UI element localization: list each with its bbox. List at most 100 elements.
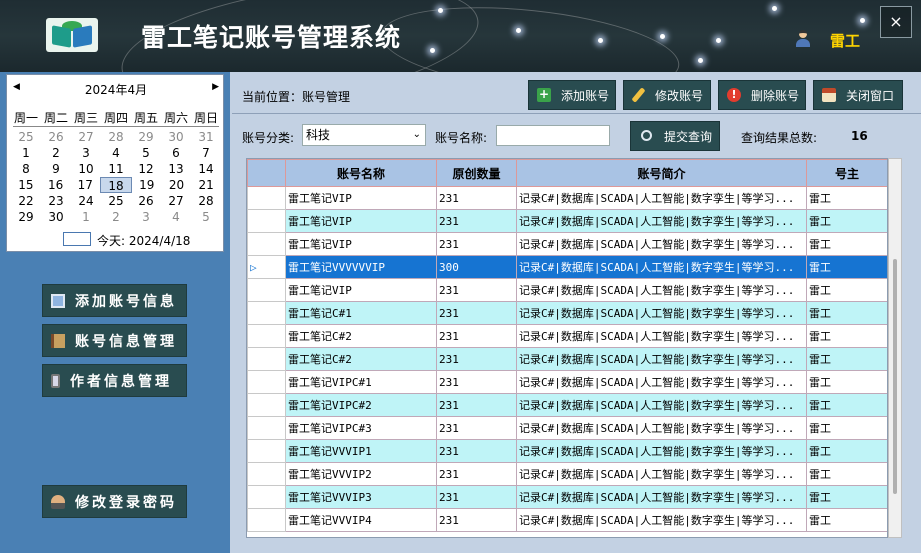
table-cell[interactable]: 雷工笔记VVVIP3	[285, 485, 437, 509]
table-cell[interactable]: 300	[436, 255, 517, 279]
calendar-day[interactable]: 11	[101, 161, 131, 177]
calendar-day[interactable]: 30	[161, 129, 191, 145]
table-cell[interactable]: 记录C#|数据库|SCADA|人工智能|数字孪生|等学习...	[516, 255, 807, 279]
table-row[interactable]: 雷工笔记VIPC#1 231 记录C#|数据库|SCADA|人工智能|数字孪生|等学…	[247, 370, 887, 394]
table-cell[interactable]: 雷工	[806, 324, 887, 348]
table-row[interactable]: 雷工笔记VVVIP1 231 记录C#|数据库|SCADA|人工智能|数字孪生|等学…	[247, 439, 887, 463]
calendar-day[interactable]: 3	[131, 209, 161, 225]
table-row[interactable]: 雷工笔记VIPC#2 231 记录C#|数据库|SCADA|人工智能|数字孪生|等学…	[247, 393, 887, 417]
table-cell[interactable]: 231	[436, 232, 517, 256]
nav-add-account-info-button[interactable]: 添加账号信息	[42, 284, 187, 317]
calendar-day[interactable]: 29	[131, 129, 161, 145]
row-header-cell[interactable]: ▷	[247, 255, 286, 279]
column-header[interactable]: 账号名称	[285, 159, 437, 187]
table-cell[interactable]: 雷工	[806, 347, 887, 371]
table-cell[interactable]: 雷工笔记VIPC#3	[285, 416, 437, 440]
row-header-cell[interactable]	[247, 416, 286, 440]
table-cell[interactable]: 雷工笔记VIPC#2	[285, 393, 437, 417]
calendar-day[interactable]: 20	[162, 177, 192, 193]
calendar-day[interactable]: 10	[71, 161, 101, 177]
calendar-day[interactable]: 22	[11, 193, 41, 209]
table-cell[interactable]: 雷工笔记C#2	[285, 347, 437, 371]
row-header-cell[interactable]	[247, 186, 286, 210]
calendar-day[interactable]: 12	[131, 161, 161, 177]
table-cell[interactable]: 记录C#|数据库|SCADA|人工智能|数字孪生|等学习...	[516, 347, 807, 371]
table-row[interactable]: 雷工笔记VIP 231 记录C#|数据库|SCADA|人工智能|数字孪生|等学习..…	[247, 186, 887, 210]
table-cell[interactable]: 雷工	[806, 508, 887, 532]
row-header-cell[interactable]	[247, 508, 286, 532]
table-cell[interactable]: 231	[436, 347, 517, 371]
nav-change-password-button[interactable]: 修改登录密码	[42, 485, 187, 518]
column-header[interactable]: 账号简介	[516, 159, 807, 187]
table-cell[interactable]: 记录C#|数据库|SCADA|人工智能|数字孪生|等学习...	[516, 186, 807, 210]
table-cell[interactable]: 雷工笔记VVVVVVIP	[285, 255, 437, 279]
table-cell[interactable]: 雷工笔记VIP	[285, 186, 437, 210]
table-cell[interactable]: 231	[436, 186, 517, 210]
calendar-day[interactable]: 1	[11, 145, 41, 161]
table-cell[interactable]: 记录C#|数据库|SCADA|人工智能|数字孪生|等学习...	[516, 508, 807, 532]
calendar-day[interactable]: 25	[11, 129, 41, 145]
calendar-day[interactable]: 28	[101, 129, 131, 145]
table-cell[interactable]: 雷工笔记VIP	[285, 232, 437, 256]
calendar-day[interactable]: 15	[11, 177, 41, 193]
table-cell[interactable]: 雷工	[806, 462, 887, 486]
delete-account-button[interactable]: ! 删除账号	[718, 80, 806, 110]
edit-account-button[interactable]: 修改账号	[623, 80, 711, 110]
table-cell[interactable]: 231	[436, 462, 517, 486]
calendar-today-label[interactable]: 今天: 2024/4/18	[97, 232, 190, 249]
table-cell[interactable]: 231	[436, 416, 517, 440]
row-header-cell[interactable]	[247, 485, 286, 509]
month-calendar[interactable]: ◀ 2024年4月 ▶ 周一 周二 周三 周四 周五 周六 周日 25 26 27 28 29 30 3…	[6, 74, 224, 252]
calendar-next-month-icon[interactable]: ▶	[212, 82, 219, 92]
table-cell[interactable]: 231	[436, 370, 517, 394]
table-row[interactable]: 雷工笔记VVVIP3 231 记录C#|数据库|SCADA|人工智能|数字孪生|等学…	[247, 485, 887, 509]
row-header-cell[interactable]	[247, 301, 286, 325]
row-header-cell[interactable]	[247, 439, 286, 463]
table-row[interactable]: 雷工笔记C#1 231 记录C#|数据库|SCADA|人工智能|数字孪生|等学习..…	[247, 301, 887, 325]
table-cell[interactable]: 雷工笔记C#2	[285, 324, 437, 348]
table-cell[interactable]: 231	[436, 209, 517, 233]
row-header-cell[interactable]	[247, 393, 286, 417]
table-cell[interactable]: 雷工	[806, 278, 887, 302]
table-cell[interactable]: 231	[436, 508, 517, 532]
calendar-day[interactable]: 26	[41, 129, 71, 145]
row-header-cell[interactable]	[247, 232, 286, 256]
submit-query-button[interactable]: 提交查询	[630, 121, 720, 151]
table-row[interactable]: 雷工笔记C#2 231 记录C#|数据库|SCADA|人工智能|数字孪生|等学习..…	[247, 324, 887, 348]
close-app-button[interactable]: ×	[880, 6, 912, 38]
table-cell[interactable]: 记录C#|数据库|SCADA|人工智能|数字孪生|等学习...	[516, 232, 807, 256]
calendar-day[interactable]: 4	[101, 145, 131, 161]
column-header[interactable]: 原创数量	[436, 159, 517, 187]
table-cell[interactable]: 记录C#|数据库|SCADA|人工智能|数字孪生|等学习...	[516, 485, 807, 509]
calendar-day[interactable]: 25	[101, 193, 131, 209]
close-window-button[interactable]: 关闭窗口	[813, 80, 903, 110]
table-row[interactable]: 雷工笔记C#2 231 记录C#|数据库|SCADA|人工智能|数字孪生|等学习..…	[247, 347, 887, 371]
row-header-cell[interactable]	[247, 324, 286, 348]
row-header-cell[interactable]	[247, 347, 286, 371]
table-cell[interactable]: 雷工	[806, 186, 887, 210]
calendar-day[interactable]: 7	[191, 145, 221, 161]
table-cell[interactable]: 231	[436, 393, 517, 417]
table-cell[interactable]: 231	[436, 324, 517, 348]
table-cell[interactable]: 雷工	[806, 209, 887, 233]
table-cell[interactable]: 雷工笔记VVVIP2	[285, 462, 437, 486]
table-row[interactable]: 雷工笔记VIPC#3 231 记录C#|数据库|SCADA|人工智能|数字孪生|等学…	[247, 416, 887, 440]
calendar-day[interactable]: 5	[131, 145, 161, 161]
calendar-day[interactable]: 4	[161, 209, 191, 225]
account-name-input[interactable]	[496, 125, 610, 146]
calendar-day[interactable]: 9	[41, 161, 71, 177]
table-cell[interactable]: 雷工笔记C#1	[285, 301, 437, 325]
calendar-day[interactable]: 17	[70, 177, 100, 193]
table-cell[interactable]: 记录C#|数据库|SCADA|人工智能|数字孪生|等学习...	[516, 209, 807, 233]
table-cell[interactable]: 雷工	[806, 370, 887, 394]
table-row[interactable]: 雷工笔记VIP 231 记录C#|数据库|SCADA|人工智能|数字孪生|等学习..…	[247, 278, 887, 302]
calendar-day[interactable]: 21	[191, 177, 221, 193]
calendar-day[interactable]: 28	[191, 193, 221, 209]
calendar-day[interactable]: 30	[41, 209, 71, 225]
table-row[interactable]: ▷ 雷工笔记VVVVVVIP 300 记录C#|数据库|SCADA|人工智能|数字孪生…	[247, 255, 887, 279]
calendar-day[interactable]: 1	[71, 209, 101, 225]
table-row[interactable]: 雷工笔记VVVIP4 231 记录C#|数据库|SCADA|人工智能|数字孪生|等学…	[247, 508, 887, 532]
row-header-cell[interactable]	[247, 370, 286, 394]
calendar-day[interactable]: 27	[71, 129, 101, 145]
table-row[interactable]: 雷工笔记VIP 231 记录C#|数据库|SCADA|人工智能|数字孪生|等学习..…	[247, 209, 887, 233]
